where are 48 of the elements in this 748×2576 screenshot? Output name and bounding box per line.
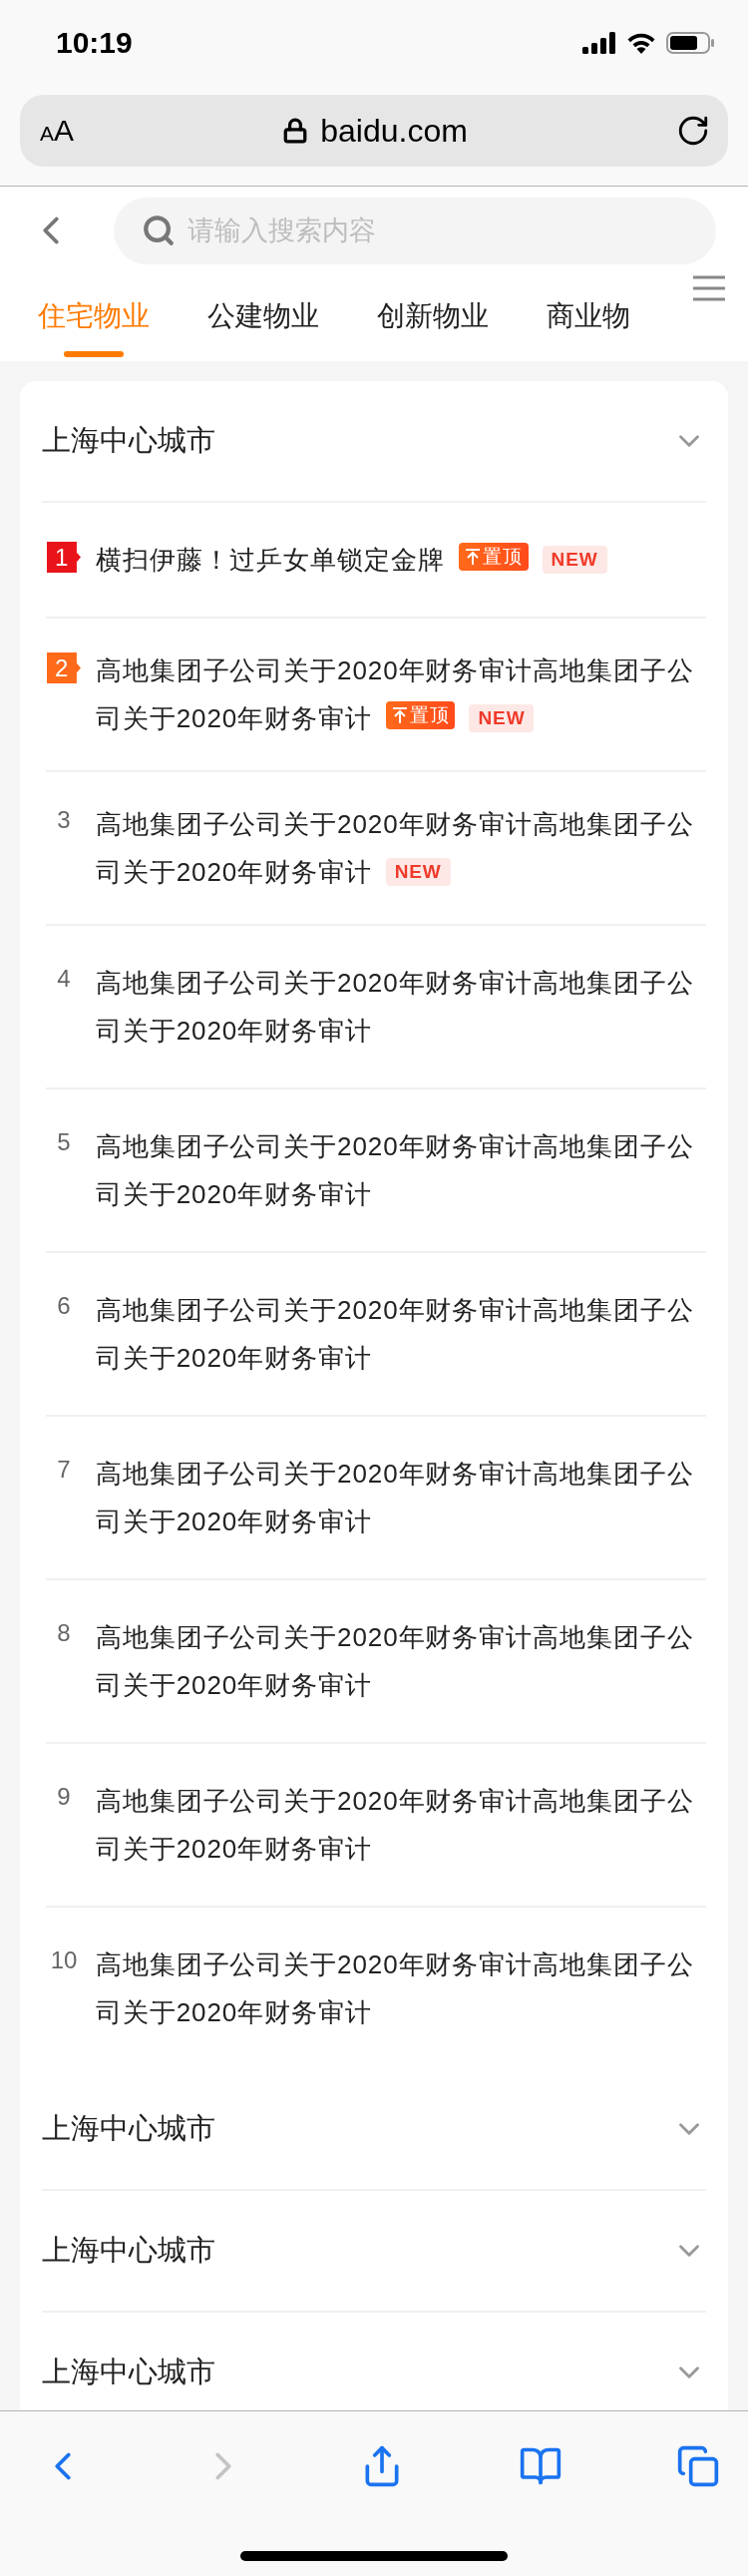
text-size-button[interactable]: AA	[40, 114, 75, 148]
battery-icon	[666, 31, 714, 54]
category-tab[interactable]: 公建物业	[207, 274, 319, 361]
section-title: 上海中心城市	[42, 423, 215, 458]
section-title: 上海中心城市	[42, 2355, 215, 2389]
pinned-tag: 置顶	[385, 701, 456, 729]
category-tab[interactable]: 商业物	[547, 274, 630, 361]
rank-badge: 2	[47, 652, 81, 683]
section-title: 上海中心城市	[42, 2233, 215, 2268]
arrow-up-icon	[391, 706, 408, 724]
pinned-tag: 置顶	[458, 543, 529, 571]
rank-number: 8	[57, 1619, 71, 1647]
address-bar[interactable]: AA baidu.com	[20, 95, 728, 167]
news-title[interactable]: 高地集团子公司关于2020年财务审计高地集团子公司关于2020年财务审计	[96, 1450, 706, 1545]
reload-button[interactable]	[676, 114, 710, 148]
tabs-icon	[676, 2444, 720, 2488]
rank-number: 6	[57, 1292, 71, 1320]
news-title[interactable]: 高地集团子公司关于2020年财务审计高地集团子公司关于2020年财务审计	[96, 1777, 706, 1873]
new-tag: NEW	[385, 858, 451, 886]
news-title[interactable]: 高地集团子公司关于2020年财务审计高地集团子公司关于2020年财务审计	[96, 1286, 706, 1382]
arrow-up-icon	[464, 548, 481, 566]
news-title[interactable]: 高地集团子公司关于2020年财务审计高地集团子公司关于2020年财务审计	[96, 959, 706, 1055]
status-time: 10:19	[56, 25, 133, 60]
url-text: baidu.com	[320, 112, 468, 150]
reload-icon	[676, 114, 710, 148]
rank-number: 7	[57, 1456, 71, 1484]
rank-number: 5	[57, 1128, 71, 1156]
new-tag: NEW	[469, 704, 535, 732]
menu-icon[interactable]	[692, 274, 726, 302]
rank-badge: 1	[47, 542, 81, 573]
news-title[interactable]: 高地集团子公司关于2020年财务审计高地集团子公司关于2020年财务审计	[96, 1613, 706, 1709]
search-icon	[142, 213, 176, 247]
lock-icon	[282, 118, 309, 144]
news-title[interactable]: 高地集团子公司关于2020年财务审计高地集团子公司关于2020年财务审计 置顶 NEW	[96, 646, 706, 742]
tabs-button[interactable]	[676, 2444, 720, 2488]
rank-number: 4	[57, 965, 71, 993]
news-title[interactable]: 高地集团子公司关于2020年财务审计高地集团子公司关于2020年财务审计 NEW	[96, 800, 706, 896]
rank-number: 3	[57, 806, 71, 834]
news-title[interactable]: 高地集团子公司关于2020年财务审计高地集团子公司关于2020年财务审计	[96, 1940, 706, 2036]
news-title[interactable]: 横扫伊藤！过乒女单锁定金牌 置顶 NEW	[96, 536, 706, 584]
news-title[interactable]: 高地集团子公司关于2020年财务审计高地集团子公司关于2020年财务审计	[96, 1122, 706, 1218]
signal-icon	[582, 31, 616, 54]
category-tab[interactable]: 创新物业	[377, 274, 489, 361]
rank-number: 10	[50, 1946, 78, 1974]
rank-number: 9	[57, 1783, 71, 1811]
section-title: 上海中心城市	[42, 2111, 215, 2146]
new-tag: NEW	[542, 546, 607, 574]
wifi-icon	[626, 31, 656, 54]
